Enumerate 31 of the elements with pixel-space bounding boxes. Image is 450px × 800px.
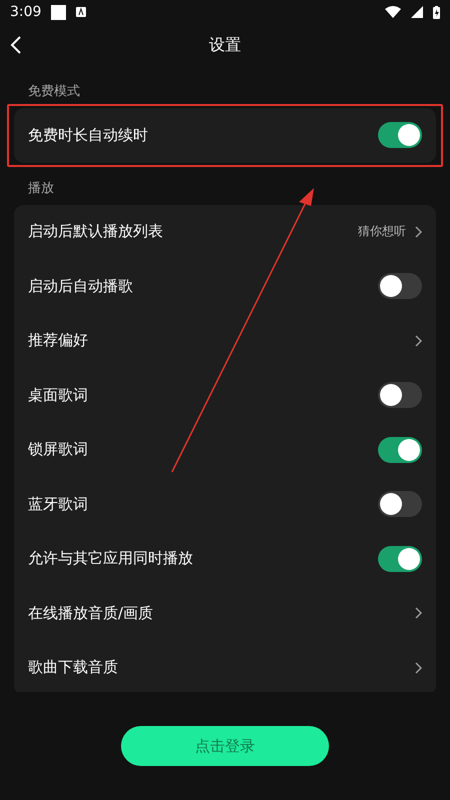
toggle-switch[interactable]	[378, 122, 422, 148]
setting-label[interactable]: 在线播放音质/画质	[28, 604, 414, 623]
battery-icon	[433, 6, 440, 18]
toggle-switch[interactable]	[378, 436, 422, 463]
section-title: 免费模式	[28, 84, 80, 99]
setting-label: 锁屏歌词	[28, 440, 89, 460]
chevron-icon	[414, 662, 422, 674]
section-title: 播放	[28, 180, 54, 196]
setting-label[interactable]: 推荐偏好	[28, 331, 414, 350]
app-notification-icon	[76, 7, 86, 17]
setting-label[interactable]: 歌曲下载音质	[28, 658, 414, 678]
setting-label: 允许与其它应用同时播放	[28, 549, 194, 568]
page-title: 设置	[209, 34, 241, 56]
setting-label: 桌面歌词	[28, 386, 89, 405]
toggle-switch[interactable]	[378, 382, 422, 408]
setting-label: 蓝牙歌词	[28, 494, 89, 514]
setting-value: 猜你想听	[358, 223, 406, 240]
chevron-icon	[414, 607, 422, 620]
back-icon[interactable]	[10, 36, 22, 54]
chevron-icon	[414, 226, 422, 238]
notification-icon	[51, 4, 66, 20]
setting-label[interactable]: 启动后默认播放列表	[28, 222, 358, 242]
signal-icon	[411, 6, 423, 18]
status-time: 3:09	[10, 4, 42, 20]
toggle-switch[interactable]	[378, 491, 422, 518]
toggle-switch[interactable]	[378, 546, 422, 572]
toggle-switch[interactable]	[378, 273, 422, 300]
wifi-icon	[385, 6, 401, 18]
chevron-icon	[414, 334, 422, 347]
setting-label: 免费时长自动续时	[28, 126, 149, 145]
setting-label: 启动后自动播歌	[28, 276, 134, 296]
